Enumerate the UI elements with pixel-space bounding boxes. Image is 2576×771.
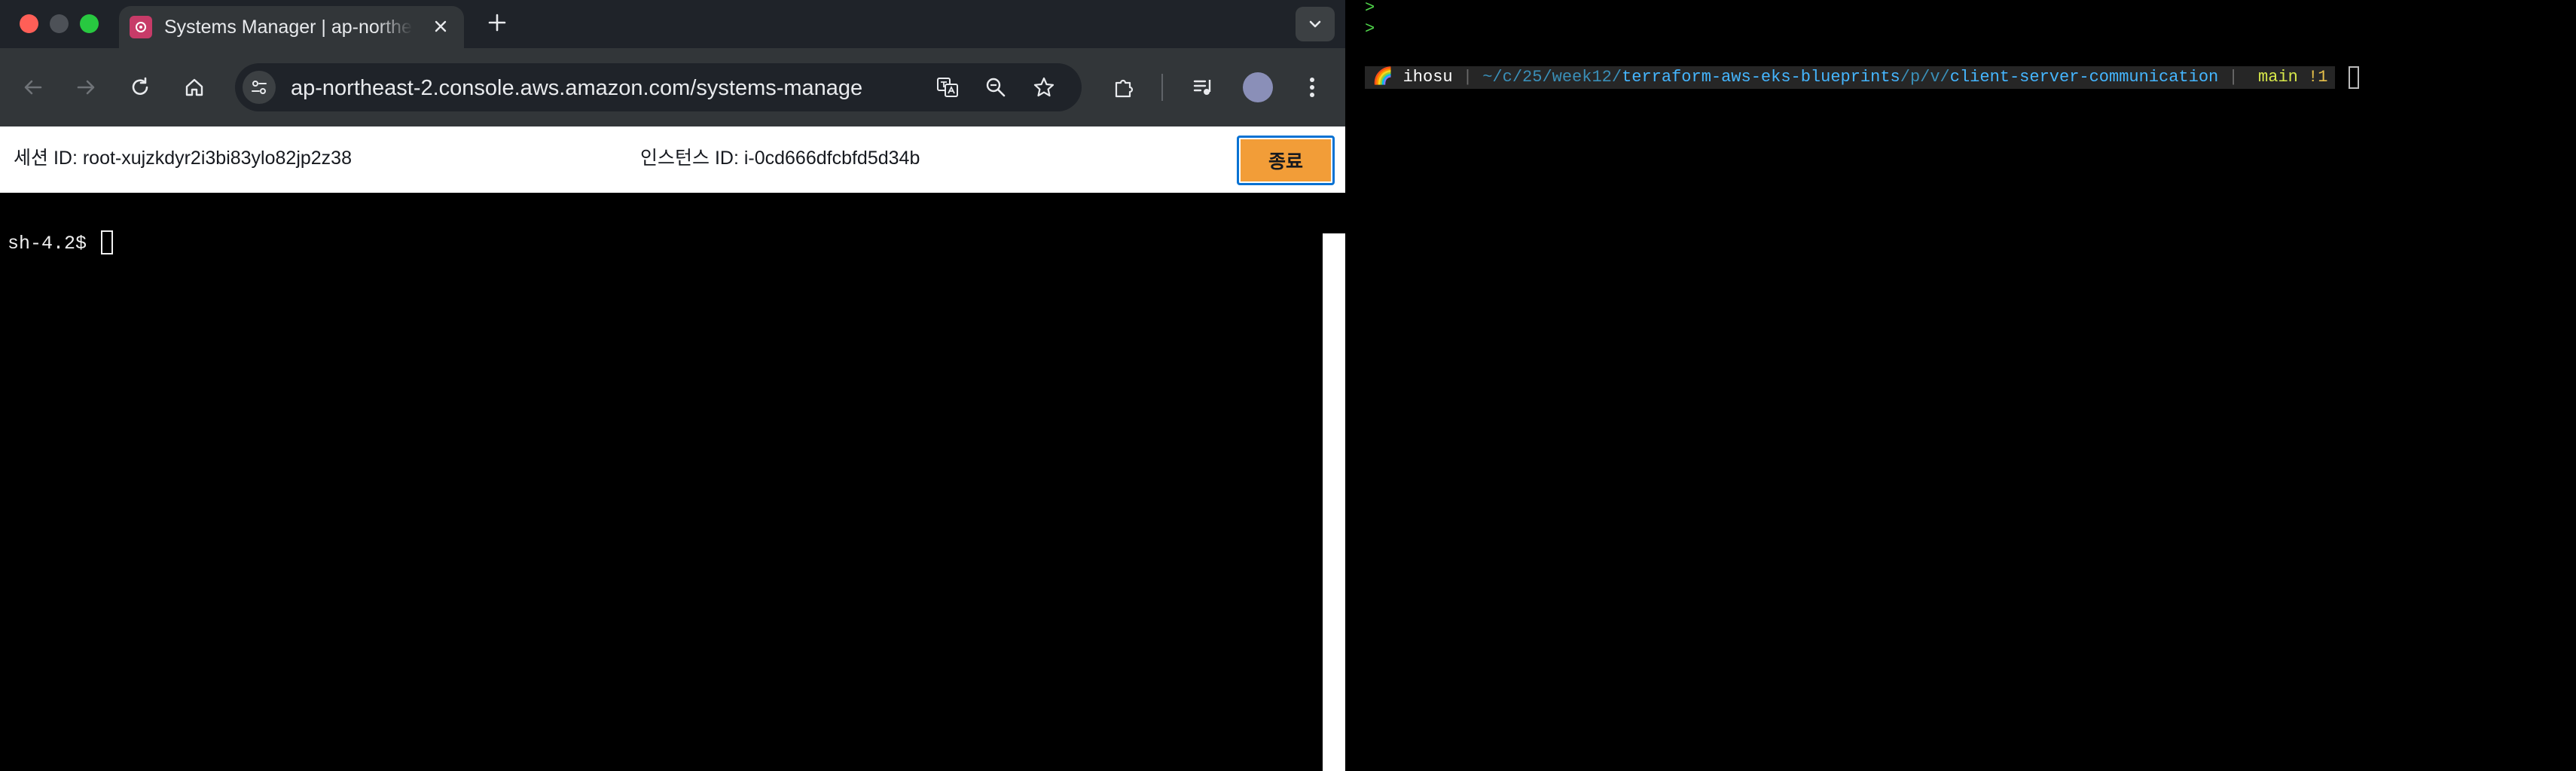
arrow-left-icon[interactable] bbox=[17, 71, 50, 104]
tab-title: Systems Manager | ap-northe bbox=[164, 17, 412, 38]
prompt-separator: | bbox=[1462, 68, 1473, 87]
toolbar-divider bbox=[1161, 74, 1163, 101]
arrow-right-icon[interactable] bbox=[69, 71, 102, 104]
plus-icon[interactable] bbox=[482, 8, 512, 38]
tune-icon[interactable] bbox=[243, 71, 276, 104]
close-icon[interactable] bbox=[428, 14, 453, 39]
rainbow-icon: 🌈 bbox=[1372, 68, 1393, 87]
zoom-icon[interactable] bbox=[981, 72, 1011, 102]
url-text[interactable]: ap-northeast-2.console.aws.amazon.com/sy… bbox=[291, 76, 863, 101]
chevron-down-icon[interactable] bbox=[1296, 7, 1335, 41]
reload-icon[interactable] bbox=[124, 71, 157, 104]
prompt-path-middle: /p/v/ bbox=[1900, 68, 1950, 87]
close-window-button[interactable] bbox=[20, 14, 38, 33]
minimize-window-button[interactable] bbox=[50, 14, 69, 33]
local-terminal[interactable]: > > 🌈 ihosu | ~/c/25/week12/terraform-aw… bbox=[1365, 0, 2576, 771]
avatar[interactable] bbox=[1243, 72, 1273, 102]
kebab-menu-icon[interactable] bbox=[1296, 71, 1329, 104]
prompt-path-slash: / bbox=[1611, 68, 1622, 87]
session-header: 세션 ID: root-xujzkdyr2i3bi83ylo82jp2z38 인… bbox=[0, 126, 1345, 193]
star-icon[interactable] bbox=[1029, 72, 1059, 102]
browser-toolbar: ap-northeast-2.console.aws.amazon.com/sy… bbox=[0, 48, 1345, 126]
address-bar[interactable]: ap-northeast-2.console.aws.amazon.com/sy… bbox=[235, 63, 1082, 111]
prompt-path-week: week12 bbox=[1552, 68, 1612, 87]
desktop: Systems Manager | ap-northe ap-northeast… bbox=[0, 0, 2576, 771]
prompt-path-prefix: ~/c/25/ bbox=[1482, 68, 1552, 87]
git-status: !1 bbox=[2308, 68, 2328, 87]
systems-manager-favicon-icon bbox=[130, 16, 152, 38]
history-prompt-line: > bbox=[1365, 0, 1375, 17]
terminate-button[interactable]: 종료 bbox=[1237, 136, 1335, 185]
prompt-path-leaf: client-server-communication bbox=[1949, 68, 2219, 87]
prompt-user: ihosu bbox=[1402, 68, 1453, 87]
shell-prompt: sh-4.2$ bbox=[8, 230, 114, 254]
browser-window: Systems Manager | ap-northe ap-northeast… bbox=[0, 0, 1345, 771]
git-branch: main bbox=[2258, 68, 2298, 87]
active-tab[interactable]: Systems Manager | ap-northe bbox=[119, 6, 464, 48]
prompt-separator: | bbox=[2228, 68, 2239, 87]
session-id: 세션 ID: root-xujzkdyr2i3bi83ylo82jp2z38 bbox=[14, 148, 352, 169]
instance-id: 인스턴스 ID: i-0cd666dfcbfd5d34b bbox=[640, 148, 920, 169]
terminal-cursor bbox=[101, 230, 114, 254]
terminal-scrollbar[interactable] bbox=[1323, 233, 1345, 771]
shell-prompt-text: sh-4.2$ bbox=[8, 233, 99, 254]
prompt-path-repo: terraform-aws-eks-blueprints bbox=[1622, 68, 1900, 87]
prompt-line: 🌈 ihosu | ~/c/25/week12/terraform-aws-ek… bbox=[1365, 66, 2336, 89]
history-prompt-line: > bbox=[1365, 20, 1375, 38]
media-control-icon[interactable] bbox=[1187, 71, 1220, 104]
maximize-window-button[interactable] bbox=[80, 14, 99, 33]
tab-strip: Systems Manager | ap-northe bbox=[0, 0, 1345, 48]
session-terminal[interactable]: sh-4.2$ bbox=[0, 193, 1323, 771]
puzzle-icon[interactable] bbox=[1107, 71, 1140, 104]
home-icon[interactable] bbox=[178, 71, 211, 104]
translate-icon[interactable] bbox=[932, 72, 963, 102]
terminal-cursor bbox=[2349, 66, 2359, 89]
